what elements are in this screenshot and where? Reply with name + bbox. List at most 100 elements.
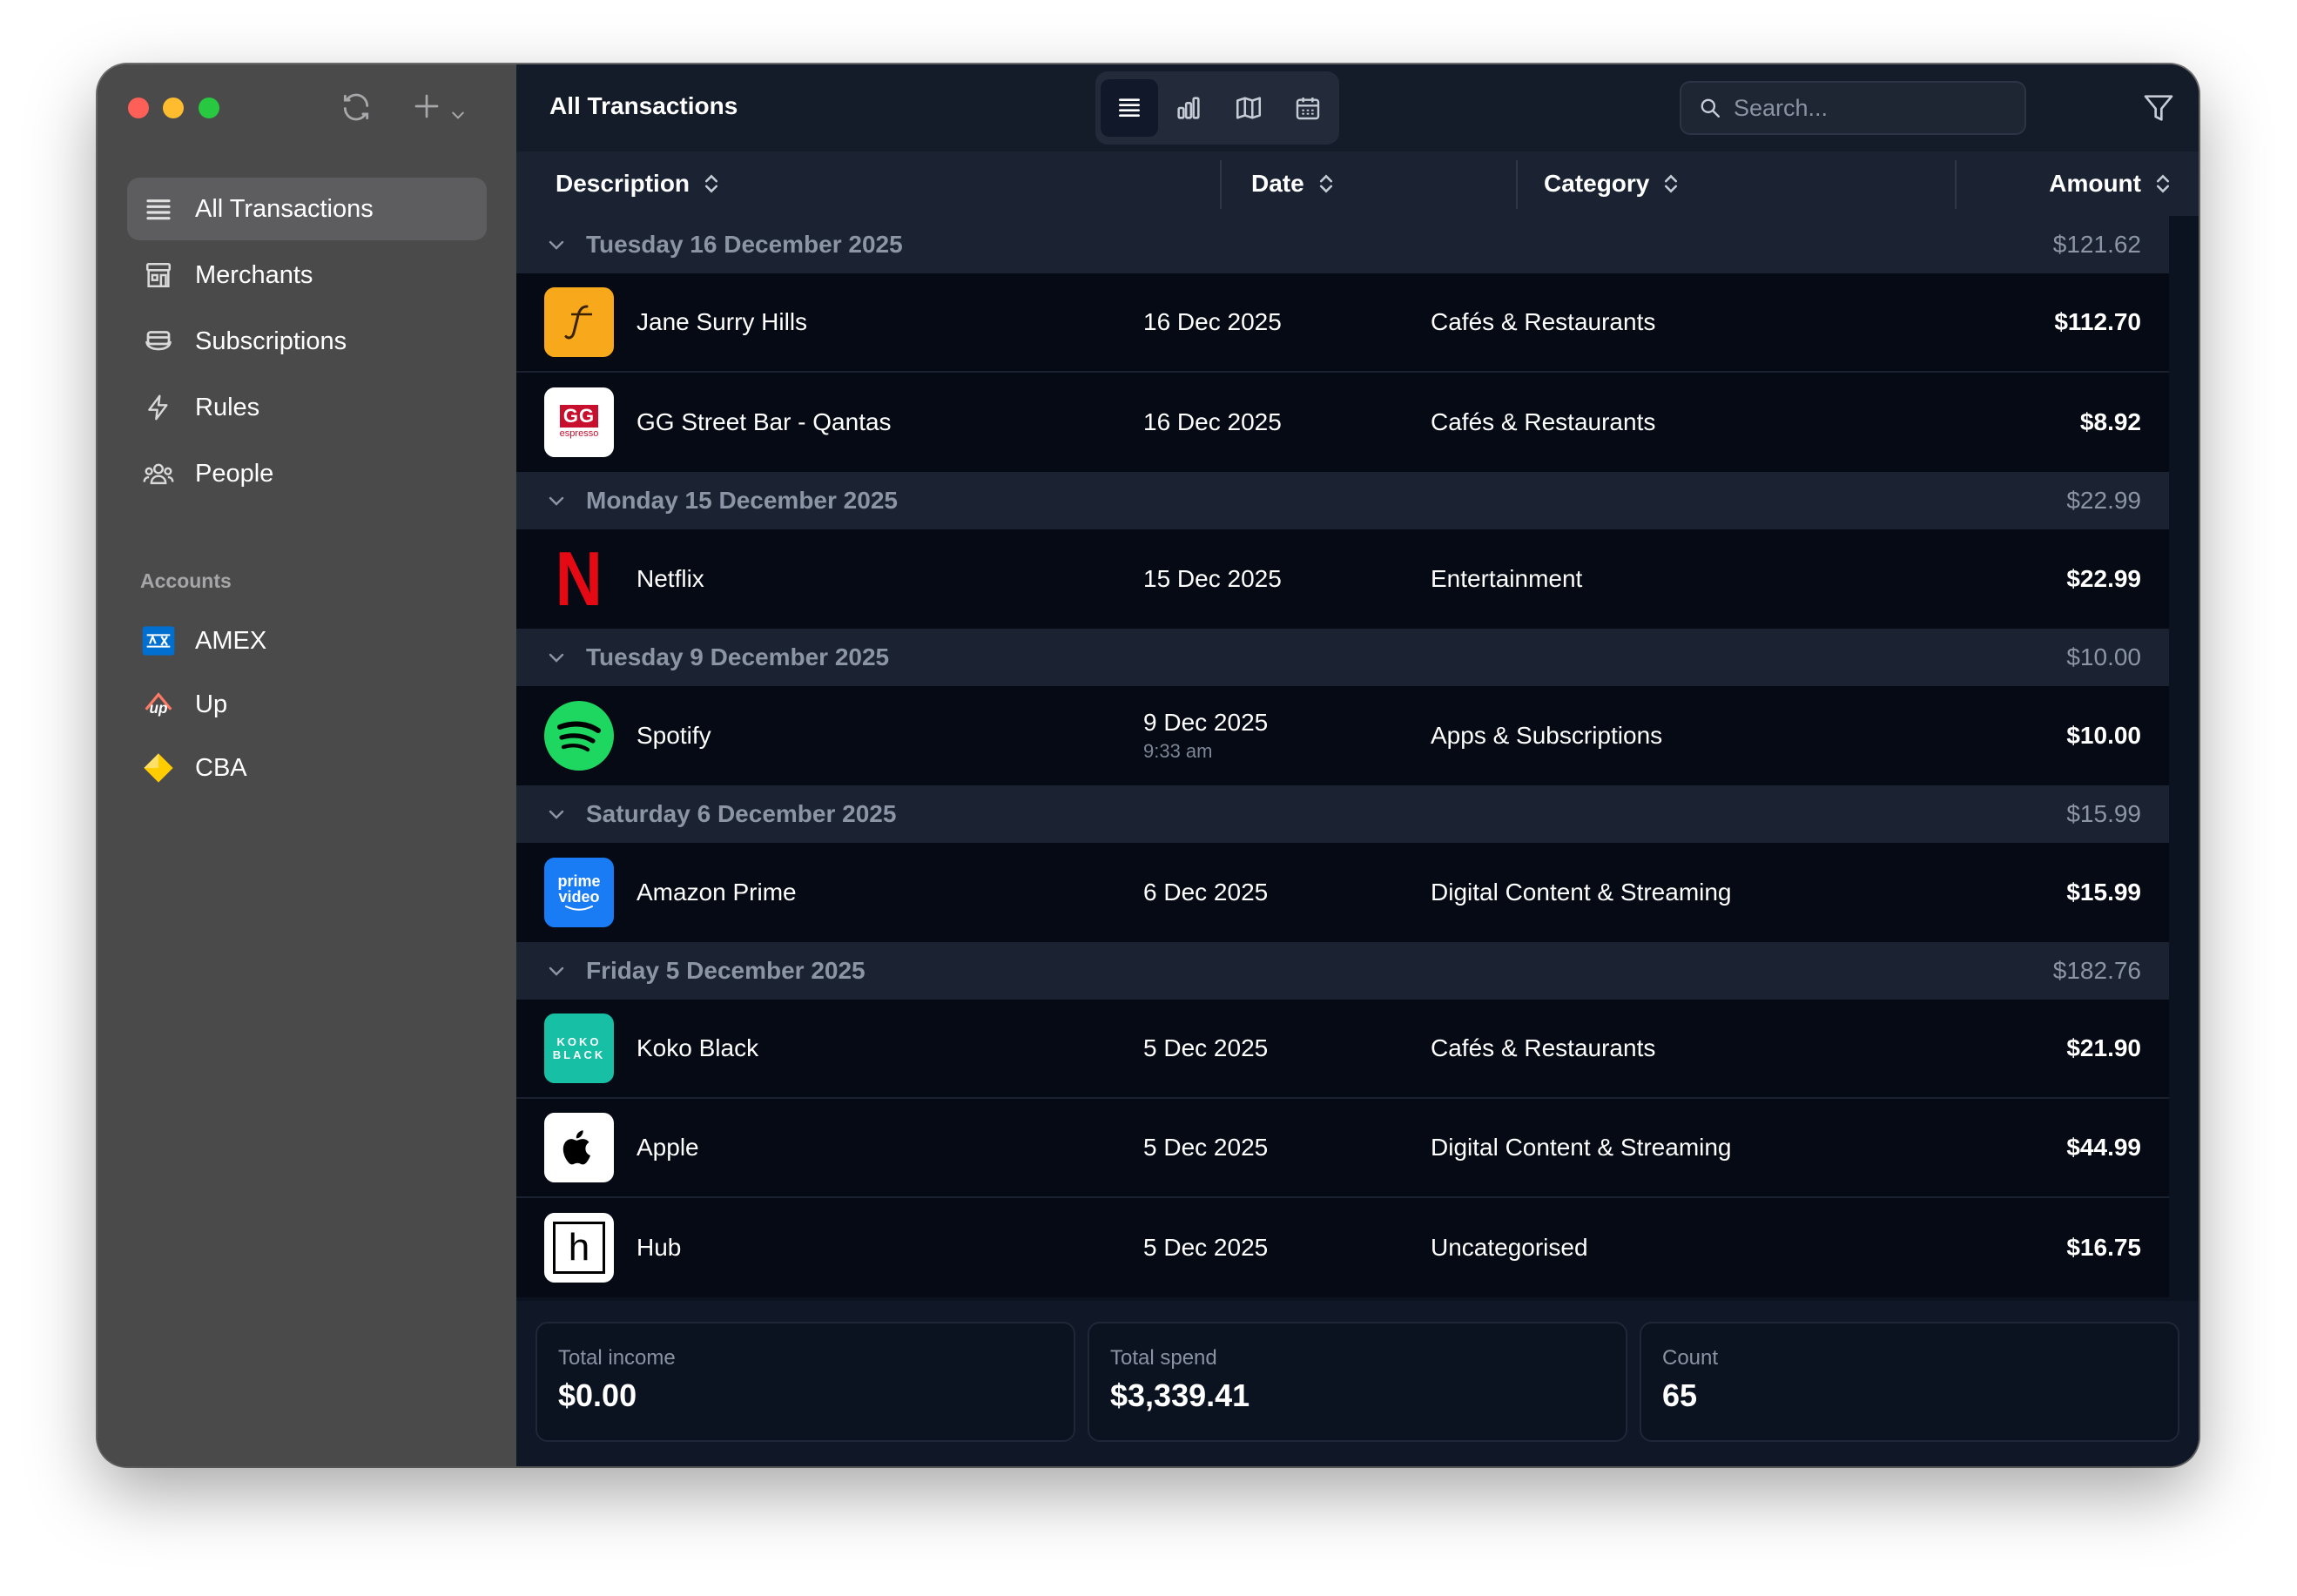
transaction-amount: $22.99 xyxy=(2066,565,2141,592)
chevron-down-icon[interactable] xyxy=(546,490,567,511)
sidebar-item-label: People xyxy=(195,459,274,488)
add-menu-chevron-icon[interactable] xyxy=(449,96,467,131)
toolbar: All Transactions Search... xyxy=(516,64,2199,152)
chevron-down-icon[interactable] xyxy=(546,804,567,825)
sort-icon xyxy=(2155,172,2171,195)
chevron-down-icon[interactable] xyxy=(546,647,567,668)
date-group-header[interactable]: Tuesday 16 December 2025 $121.62 xyxy=(516,216,2169,273)
sidebar-item-label: All Transactions xyxy=(195,194,374,223)
transaction-description: GG Street Bar - Qantas xyxy=(637,408,892,435)
transaction-category: Uncategorised xyxy=(1431,1234,1588,1261)
sidebar-item-label: Merchants xyxy=(195,260,313,289)
svg-text:up: up xyxy=(150,699,168,717)
table-header: Description Date Category Amount xyxy=(516,152,2199,216)
transaction-category: Digital Content & Streaming xyxy=(1431,1134,1732,1161)
account-item-up[interactable]: up Up xyxy=(127,673,487,736)
transaction-row[interactable]: N Netflix 15 Dec 2025 Entertainment $22.… xyxy=(516,529,2169,629)
transaction-row[interactable]: Spotify 9 Dec 2025 9:33 am Apps & Subscr… xyxy=(516,686,2169,785)
column-label: Date xyxy=(1251,170,1304,197)
sort-icon xyxy=(1663,172,1679,195)
group-total: $15.99 xyxy=(2066,800,2141,827)
sidebar-item-people[interactable]: People xyxy=(127,442,487,505)
list-icon xyxy=(141,192,176,226)
column-separator[interactable] xyxy=(1516,160,1518,209)
cba-logo-icon xyxy=(141,751,176,785)
column-separator[interactable] xyxy=(1220,160,1222,209)
transaction-category: Entertainment xyxy=(1431,565,1583,592)
store-icon xyxy=(141,258,176,293)
group-total: $10.00 xyxy=(2066,643,2141,670)
search-placeholder: Search... xyxy=(1734,94,1829,121)
transaction-row[interactable]: Jane Surry Hills 16 Dec 2025 Cafés & Res… xyxy=(516,273,2169,373)
transaction-amount: $10.00 xyxy=(2066,722,2141,749)
sidebar: All Transactions Merchants Subscriptions… xyxy=(98,64,516,1466)
transaction-row[interactable]: prime video Amazon Prime 6 Dec 2025 Digi… xyxy=(516,843,2169,942)
transaction-amount: $15.99 xyxy=(2066,879,2141,906)
count-value: 65 xyxy=(1662,1377,1698,1413)
chevron-down-icon[interactable] xyxy=(546,960,567,981)
search-field[interactable]: Search... xyxy=(1680,81,2026,135)
chevron-down-icon[interactable] xyxy=(546,234,567,255)
column-header-date[interactable]: Date xyxy=(1251,152,1334,216)
transaction-time: 9:33 am xyxy=(1143,740,1213,762)
minimize-window-button[interactable] xyxy=(163,98,184,118)
sidebar-item-rules[interactable]: Rules xyxy=(127,376,487,439)
transaction-category: Cafés & Restaurants xyxy=(1431,408,1656,435)
transaction-description: Spotify xyxy=(637,722,711,749)
date-group-header[interactable]: Monday 15 December 2025 $22.99 xyxy=(516,472,2169,529)
add-button[interactable] xyxy=(411,91,442,129)
refresh-icon[interactable] xyxy=(340,91,373,131)
account-label: CBA xyxy=(195,753,247,782)
transaction-date: 16 Dec 2025 xyxy=(1143,308,1282,335)
column-separator[interactable] xyxy=(1955,160,1957,209)
total-income-value: $0.00 xyxy=(558,1377,637,1413)
map-view-button[interactable] xyxy=(1220,79,1277,137)
transaction-date: 5 Dec 2025 xyxy=(1143,1034,1269,1061)
sidebar-item-all-transactions[interactable]: All Transactions xyxy=(127,178,487,240)
logo-subtext: video xyxy=(558,888,600,906)
transaction-row[interactable]: GG espresso GG Street Bar - Qantas 16 De… xyxy=(516,373,2169,472)
logo-subtext: espresso xyxy=(559,428,599,439)
column-header-amount[interactable]: Amount xyxy=(2049,152,2171,216)
transaction-row[interactable]: h Hub 5 Dec 2025 Uncategorised $16.75 xyxy=(516,1198,2169,1297)
subscriptions-icon xyxy=(141,324,176,359)
account-item-amex[interactable]: AMEX xyxy=(127,609,487,672)
transaction-description: Koko Black xyxy=(637,1034,759,1061)
calendar-view-button[interactable] xyxy=(1280,79,1337,137)
zoom-window-button[interactable] xyxy=(199,98,219,118)
account-label: Up xyxy=(195,690,228,718)
group-date: Friday 5 December 2025 xyxy=(586,957,866,984)
total-spend-card: Total spend $3,339.41 xyxy=(1088,1322,1627,1442)
filter-icon[interactable] xyxy=(2141,91,2176,130)
transaction-list: Tuesday 16 December 2025 $121.62 Jane Su… xyxy=(516,216,2169,1297)
transaction-row[interactable]: Apple 5 Dec 2025 Digital Content & Strea… xyxy=(516,1099,2169,1198)
date-group-header[interactable]: Saturday 6 December 2025 $15.99 xyxy=(516,785,2169,843)
close-window-button[interactable] xyxy=(128,98,149,118)
count-label: Count xyxy=(1662,1346,1719,1370)
group-date: Tuesday 9 December 2025 xyxy=(586,643,890,670)
transaction-category: Apps & Subscriptions xyxy=(1431,722,1663,749)
date-group-header[interactable]: Friday 5 December 2025 $182.76 xyxy=(516,942,2169,1000)
chart-view-button[interactable] xyxy=(1161,79,1218,137)
transaction-amount: $16.75 xyxy=(2066,1234,2141,1261)
group-total: $182.76 xyxy=(2052,957,2141,984)
transaction-row[interactable]: KOKO BLACK Koko Black 5 Dec 2025 Cafés &… xyxy=(516,1000,2169,1099)
transaction-date: 9 Dec 2025 xyxy=(1143,709,1269,736)
koko-black-logo: KOKO BLACK xyxy=(544,1013,614,1083)
sidebar-item-subscriptions[interactable]: Subscriptions xyxy=(127,310,487,373)
group-total: $121.62 xyxy=(2052,231,2141,258)
page-title: All Transactions xyxy=(549,92,738,119)
column-label: Amount xyxy=(2049,170,2141,197)
sidebar-item-label: Subscriptions xyxy=(195,327,347,355)
transaction-category: Cafés & Restaurants xyxy=(1431,308,1656,335)
date-group-header[interactable]: Tuesday 9 December 2025 $10.00 xyxy=(516,629,2169,686)
column-label: Description xyxy=(556,170,690,197)
account-item-cba[interactable]: CBA xyxy=(127,737,487,799)
column-header-category[interactable]: Category xyxy=(1544,152,1679,216)
list-view-button[interactable] xyxy=(1101,79,1158,137)
sort-icon xyxy=(704,172,719,195)
logo-subtext: BLACK xyxy=(552,1048,606,1061)
transaction-category: Digital Content & Streaming xyxy=(1431,879,1732,906)
sidebar-item-merchants[interactable]: Merchants xyxy=(127,244,487,306)
column-header-description[interactable]: Description xyxy=(556,152,719,216)
